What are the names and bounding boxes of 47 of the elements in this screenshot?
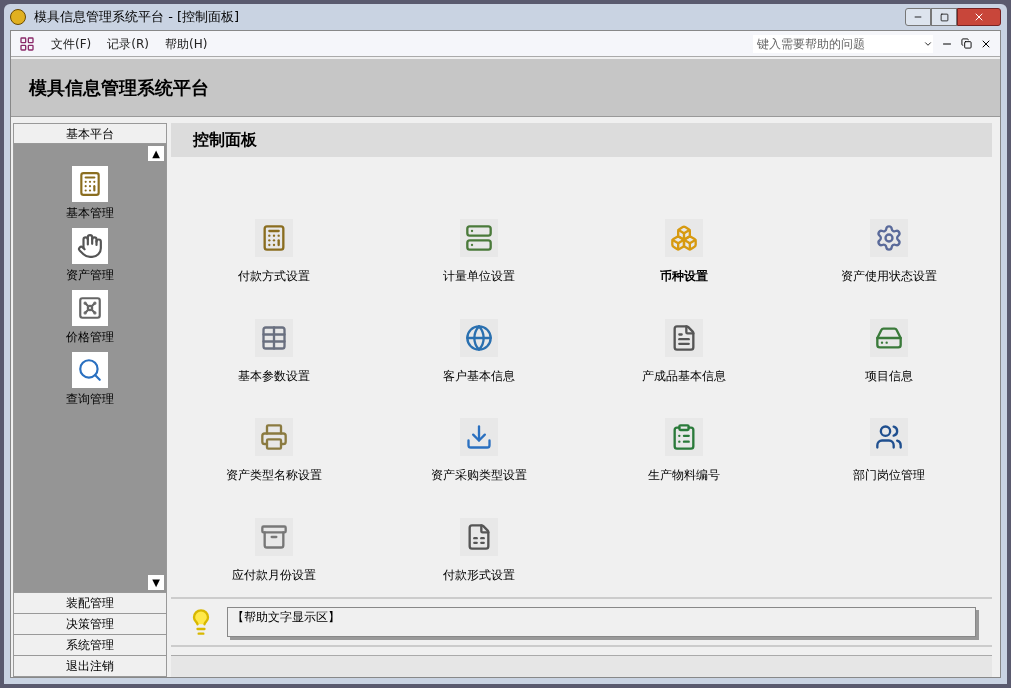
panel-item[interactable]: 资产使用状态设置 bbox=[786, 219, 992, 299]
panel-item[interactable]: 资产采购类型设置 bbox=[376, 418, 582, 498]
printer-icon bbox=[259, 423, 288, 451]
calculator-icon bbox=[77, 171, 103, 197]
menu-item[interactable]: 文件(F) bbox=[51, 34, 92, 53]
panel-item[interactable]: 付款方式设置 bbox=[171, 219, 377, 299]
users-icon bbox=[875, 423, 904, 451]
globe-icon bbox=[464, 323, 493, 352]
maximize-icon bbox=[939, 12, 949, 22]
sidebar-item[interactable]: 价格管理 bbox=[66, 290, 114, 346]
sidebar-item[interactable]: 资产管理 bbox=[66, 228, 114, 284]
panel-item[interactable]: 计量单位设置 bbox=[376, 219, 582, 299]
help-text-area: 【帮助文字显示区】 bbox=[227, 607, 976, 637]
header-title: 模具信息管理系统平台 bbox=[29, 76, 209, 100]
panel-item[interactable]: 生产物料编号 bbox=[581, 418, 787, 498]
close-button[interactable] bbox=[957, 8, 1001, 26]
scroll-up-button[interactable]: ▲ bbox=[148, 146, 164, 161]
boxes-icon bbox=[670, 224, 699, 252]
server-icon bbox=[464, 224, 493, 252]
panel-item[interactable]: 部门岗位管理 bbox=[786, 418, 992, 498]
minimize-button[interactable] bbox=[905, 8, 931, 26]
panel-item[interactable]: 应付款月份设置 bbox=[171, 517, 377, 597]
panel-item[interactable]: 项目信息 bbox=[786, 318, 992, 398]
gear-icon bbox=[875, 224, 904, 252]
menu-item[interactable]: 记录(R) bbox=[107, 34, 149, 53]
window-title: 模具信息管理系统平台 - [控制面板] bbox=[34, 8, 240, 27]
scroll-down-button[interactable]: ▼ bbox=[148, 575, 164, 590]
panel-item[interactable]: 币种设置 bbox=[581, 219, 787, 299]
download-icon bbox=[464, 423, 493, 451]
hand-icon bbox=[77, 233, 103, 259]
restore-icon[interactable] bbox=[961, 38, 972, 49]
form-icon bbox=[19, 35, 35, 52]
close-icon bbox=[973, 11, 985, 23]
panel-item[interactable]: 基本参数设置 bbox=[171, 318, 377, 398]
app-icon bbox=[10, 9, 26, 25]
panel-item[interactable]: 资产类型名称设置 bbox=[171, 418, 377, 498]
panel-item[interactable]: 付款形式设置 bbox=[376, 517, 582, 597]
panel-item[interactable]: 产成品基本信息 bbox=[581, 318, 787, 398]
sidebar-item[interactable]: 基本管理 bbox=[66, 166, 114, 222]
help-search-field[interactable]: 键入需要帮助的问题 bbox=[753, 34, 933, 53]
maximize-button[interactable] bbox=[931, 8, 957, 26]
sidebar-item[interactable]: 查询管理 bbox=[66, 352, 114, 408]
table-icon bbox=[259, 323, 288, 352]
menu-item[interactable]: 帮助(H) bbox=[164, 34, 208, 53]
search-icon bbox=[77, 357, 103, 383]
panel-item[interactable]: 客户基本信息 bbox=[376, 318, 582, 398]
panel-title: 控制面板 bbox=[193, 129, 257, 151]
